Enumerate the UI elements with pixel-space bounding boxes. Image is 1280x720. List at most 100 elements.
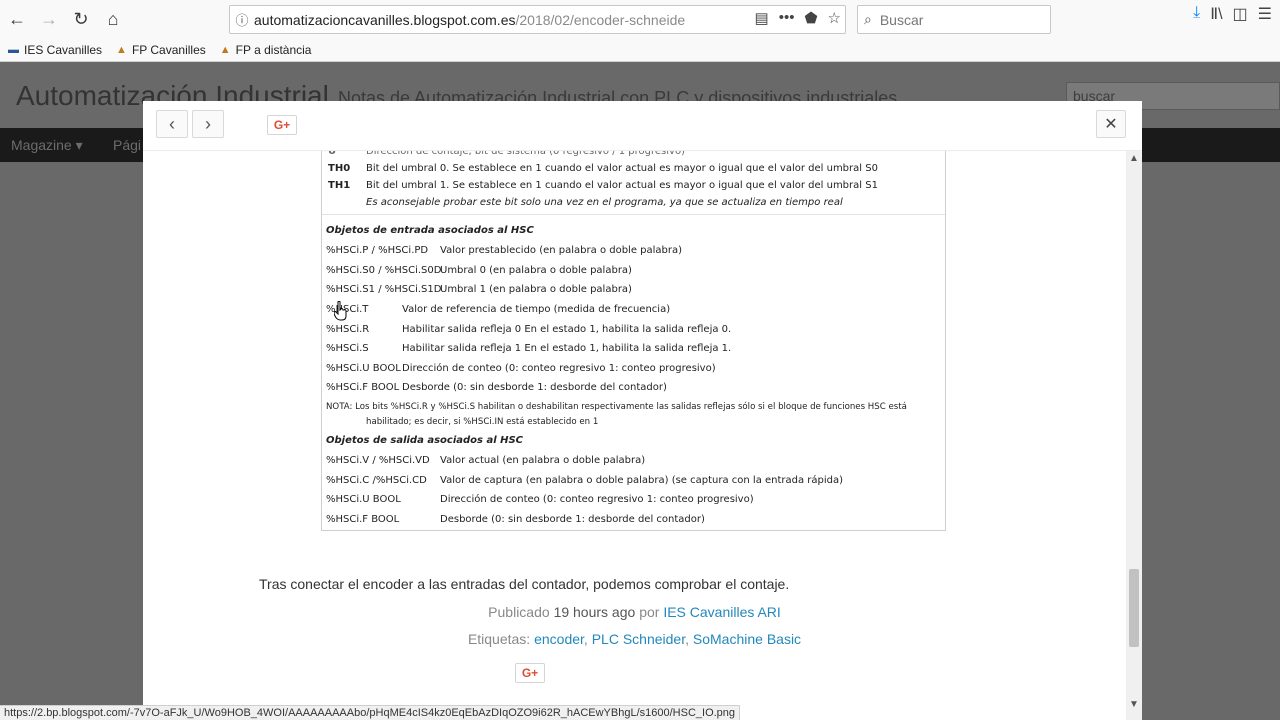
browser-right-tools: ⤓ Ⅱ\ ◫ ☰	[1193, 4, 1280, 24]
doc-key: %HSCi.S0 / %HSCi.S0D	[326, 265, 442, 276]
label-link-encoder[interactable]: encoder	[534, 631, 584, 647]
post-text: Tras conectar el encoder a las entradas …	[259, 576, 790, 592]
close-button[interactable]: ✕	[1096, 110, 1126, 138]
doc-value: Bit del umbral 1. Se establece en 1 cuan…	[366, 180, 878, 191]
doc-key: %HSCi.U BOOL	[326, 494, 401, 505]
reload-icon: ↻	[73, 8, 89, 29]
doc-heading-inputs: Objetos de entrada asociados al HSC	[326, 225, 534, 236]
doc-value: Umbral 0 (en palabra o doble palabra)	[440, 265, 632, 276]
doc-key: %HSCi.V / %HSCi.VD	[326, 455, 430, 466]
doc-key: %HSCi.F BOOL	[326, 514, 400, 525]
doc-value: Desborde (0: sin desborde 1: desborde de…	[440, 514, 705, 525]
doc-value: Desborde (0: sin desborde 1: desborde de…	[402, 382, 667, 393]
back-button[interactable]: ←	[1, 3, 33, 35]
home-button[interactable]: ⌂	[97, 3, 129, 35]
forward-button[interactable]: →	[33, 3, 65, 35]
site-info-icon[interactable]: ⓘ	[230, 10, 254, 29]
next-image-button[interactable]: ›	[192, 110, 224, 138]
doc-value: Habilitar salida refleja 0 En el estado …	[402, 324, 732, 335]
status-bar-url: https://2.bp.blogspot.com/-7v7O-aFJk_U/W…	[0, 705, 741, 720]
doc-nota-line2: habilitado; es decir, si %HSCi.IN está e…	[366, 417, 599, 427]
doc-value: Valor actual (en palabra o doble palabra…	[440, 455, 646, 466]
lightbox-header: ‹ › G+ ✕	[143, 101, 1142, 151]
document-image: U Dirección de contaje, bit de sistema (…	[321, 141, 946, 531]
doc-value: Umbral 1 (en palabra o doble palabra)	[440, 284, 632, 295]
browser-toolbar: ← → ↻ ⌂ ⓘ automatizacioncavanilles.blogs…	[0, 0, 1280, 38]
doc-key: %HSCi.S	[326, 343, 369, 354]
back-arrow-icon: ←	[8, 8, 26, 29]
nav-label: Magazine	[11, 137, 72, 153]
gplus-share-button[interactable]: G+	[267, 115, 297, 135]
url-actions: ▤ ••• ⬟ ☆	[755, 9, 841, 27]
scroll-up-icon[interactable]: ▲	[1126, 153, 1142, 164]
download-icon[interactable]: ⤓	[1193, 4, 1200, 24]
doc-nota-line1: NOTA: Los bits %HSCi.R y %HSCi.S habilit…	[326, 402, 907, 412]
doc-key: %HSCi.P / %HSCi.PD	[326, 245, 429, 256]
published-prefix: Publicado	[488, 604, 550, 620]
close-icon: ✕	[1104, 116, 1118, 133]
doc-heading-outputs: Objetos de salida asociados al HSC	[326, 435, 524, 446]
doc-key: %HSCi.R	[326, 324, 370, 335]
url-bar[interactable]: ⓘ automatizacioncavanilles.blogspot.com.…	[229, 5, 846, 34]
bookmarks-bar: ▬ IES Cavanilles ▲ FP Cavanilles ▲ FP a dis…	[0, 38, 1280, 62]
label-link-somachine-basic[interactable]: SoMachine Basic	[693, 631, 801, 647]
reload-button[interactable]: ↻	[65, 3, 97, 35]
bookmark-label: IES Cavanilles	[24, 42, 103, 57]
hand-cursor-icon	[334, 301, 347, 321]
doc-divider	[322, 214, 945, 215]
bookmark-star-icon[interactable]: ☆	[828, 9, 841, 27]
scrollbar-thumb[interactable]	[1129, 569, 1139, 647]
url-host: automatizacioncavanilles.blogspot.com.es	[254, 11, 516, 28]
page-actions-icon[interactable]: •••	[779, 9, 795, 27]
doc-key: %HSCi.U BOOL	[326, 363, 401, 374]
doc-value: Valor de captura (en palabra o doble pal…	[440, 475, 844, 486]
chevron-right-icon: ›	[205, 113, 211, 134]
labels-prefix: Etiquetas:	[467, 631, 531, 647]
doc-key: TH0	[328, 163, 351, 174]
home-icon: ⌂	[107, 8, 119, 29]
scroll-down-icon[interactable]: ▼	[1126, 699, 1142, 710]
search-bar[interactable]: ⌕ Buscar	[857, 5, 1051, 34]
url-path: /2018/02/encoder-schneide	[515, 11, 686, 28]
image-lightbox: ‹ › G+ ✕ U Dirección de contaje, bit de …	[143, 101, 1142, 720]
menu-icon[interactable]: ☰	[1258, 4, 1272, 24]
doc-key: %HSCi.S1 / %HSCi.S1D	[326, 284, 442, 295]
reader-view-icon[interactable]: ▤	[755, 9, 769, 27]
bookmark-label: FP Cavanilles	[131, 42, 206, 57]
library-icon[interactable]: Ⅱ\	[1210, 4, 1222, 24]
doc-value: Dirección de conteo (0: conteo regresivo…	[402, 363, 716, 374]
doc-value: Valor prestablecido (en palabra o doble …	[440, 245, 683, 256]
pocket-icon[interactable]: ⬟	[805, 9, 818, 27]
caret-down-icon: ▾	[75, 137, 83, 153]
doc-value: Habilitar salida refleja 1 En el estado …	[402, 343, 732, 354]
forward-arrow-icon: →	[40, 8, 58, 29]
chevron-left-icon: ‹	[169, 113, 175, 134]
label-link-plc-schneider[interactable]: PLC Schneider	[592, 631, 685, 647]
nav-item-pages[interactable]: Pági	[113, 137, 141, 153]
gplus-share-button-footer[interactable]: G+	[515, 663, 545, 683]
bookmark-fp-cavanilles[interactable]: ▲ FP Cavanilles	[116, 43, 206, 57]
search-icon: ⌕	[864, 11, 872, 27]
gplus-icon: G+	[521, 666, 539, 680]
doc-value: Bit del umbral 0. Se establece en 1 cuan…	[366, 163, 878, 174]
author-link[interactable]: IES Cavanilles ARI	[663, 604, 781, 620]
post-published: Publicado 19 hours ago por IES Cavanille…	[143, 604, 1126, 620]
lightbox-scrollbar[interactable]: ▲ ▼	[1126, 151, 1142, 720]
doc-key: %HSCi.C /%HSCi.CD	[326, 475, 427, 486]
site-favicon-icon: ▲	[219, 43, 231, 56]
doc-note: Es aconsejable probar este bit solo una …	[366, 197, 843, 208]
site-favicon-icon: ▲	[116, 43, 127, 56]
site-favicon-icon: ▬	[8, 43, 19, 56]
prev-image-button[interactable]: ‹	[156, 110, 188, 138]
bookmark-ies-cavanilles[interactable]: ▬ IES Cavanilles	[8, 43, 102, 57]
bookmark-label: FP a distància	[235, 42, 312, 57]
bookmark-fp-distancia[interactable]: ▲ FP a distància	[220, 43, 312, 57]
doc-value: Valor de referencia de tiempo (medida de…	[402, 304, 671, 315]
search-placeholder: Buscar	[879, 11, 924, 28]
sidebar-icon[interactable]: ◫	[1233, 4, 1248, 24]
post-labels: Etiquetas: encoder, PLC Schneider, SoMac…	[467, 631, 802, 647]
doc-key: TH1	[328, 180, 351, 191]
published-time[interactable]: 19 hours ago	[554, 604, 636, 620]
url-text: automatizacioncavanilles.blogspot.com.es…	[254, 12, 694, 28]
nav-item-magazine[interactable]: Magazine ▾	[11, 137, 83, 154]
